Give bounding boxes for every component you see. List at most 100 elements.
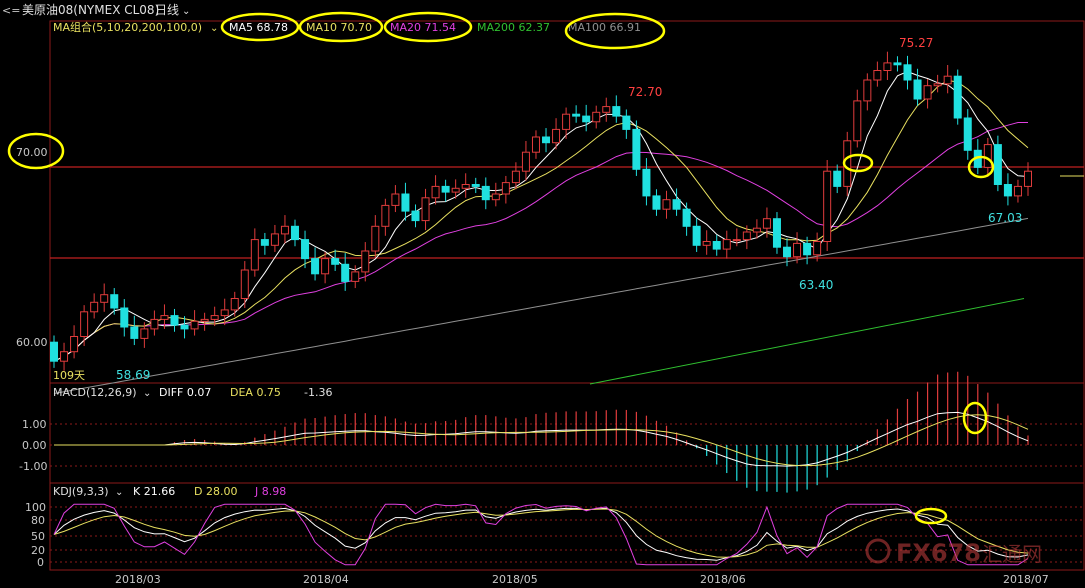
kdj-axis-label: 100: [25, 501, 46, 514]
price-axis-label-60: 60.00: [16, 336, 48, 349]
candle-down: [612, 106, 621, 117]
ma200-value: MA200 62.37: [477, 21, 550, 34]
candle-up: [511, 170, 520, 184]
candle-down: [481, 185, 490, 201]
candle-down: [893, 62, 902, 66]
chevron-down-icon[interactable]: ⌄: [210, 23, 218, 34]
candle-up: [531, 136, 540, 153]
candle-down: [110, 294, 119, 309]
macd-diff-value: DIFF 0.07: [159, 386, 211, 399]
candle-up: [501, 182, 510, 195]
candle-down: [712, 241, 721, 250]
macd-dea-value: DEA 0.75: [230, 386, 281, 399]
watermark-text: FX678: [896, 539, 981, 567]
candle-up: [90, 301, 99, 313]
macd-legend: MACD(12,26,9) ⌄ DIFF 0.07 DEA 0.75 -1.36: [53, 386, 332, 399]
days-count-label: 109天: [53, 369, 85, 382]
candle-up: [371, 225, 380, 252]
high-label-2: 75.27: [899, 36, 933, 50]
chart-canvas[interactable]: <= 美原油08(NYMEX CL08) 日线 ⌄ MA组合(5,10,20,2…: [0, 0, 1085, 588]
candle-up: [592, 111, 601, 123]
candle-up: [562, 113, 571, 130]
candle-up: [431, 185, 440, 199]
candle-up: [421, 197, 430, 222]
candle-down: [833, 170, 842, 187]
candle-down: [672, 199, 681, 210]
kdj-lines: [53, 503, 1029, 566]
kdj-k-value: K 21.66: [133, 485, 175, 498]
instrument-title: 美原油08(NYMEX CL08): [22, 3, 159, 17]
candle-up: [160, 315, 169, 320]
macd-hist-value: -1.36: [304, 386, 332, 399]
low-label-2: 63.40: [799, 278, 833, 292]
candle-down: [120, 307, 129, 328]
candle-up: [250, 239, 259, 271]
chevron-down-icon[interactable]: ⌄: [115, 487, 123, 498]
ma20-value: MA20 71.54: [390, 21, 456, 34]
candle-down: [953, 75, 962, 119]
candle-up: [140, 328, 149, 339]
candle-up: [391, 193, 400, 206]
candle-up: [853, 100, 862, 142]
candle-up: [813, 241, 822, 256]
candle-up: [150, 318, 159, 330]
kdj-axis-label: 80: [31, 514, 45, 527]
candle-up: [602, 106, 611, 113]
candle-up: [702, 241, 711, 246]
candle-up: [60, 351, 69, 362]
candle-up: [552, 128, 561, 144]
ma100-line: [53, 217, 1029, 394]
candle-down: [692, 225, 701, 246]
kdj-d-value: D 28.00: [194, 485, 237, 498]
chevron-down-icon[interactable]: ⌄: [182, 6, 190, 17]
candle-down: [642, 168, 651, 197]
candle-up: [883, 62, 892, 72]
candle-up: [70, 336, 79, 353]
candle-down: [622, 115, 631, 130]
macd-dea-line: [54, 414, 1029, 467]
ma20-path: [53, 122, 1028, 362]
watermark-logo-icon: [865, 538, 891, 564]
candle-down: [993, 144, 1002, 186]
candle-down: [260, 239, 269, 246]
ma5-line: [53, 71, 1029, 362]
macd-axis-label: -1.00: [19, 460, 47, 473]
candle-up: [521, 151, 530, 172]
macd-label[interactable]: MACD(12,26,9): [53, 386, 137, 399]
ma100-path: [53, 217, 1029, 394]
ma200-path: [589, 298, 1025, 385]
candle-down: [301, 239, 310, 260]
watermark-sub: 汇通网: [982, 542, 1042, 566]
kdj-j-value: J 8.98: [254, 485, 286, 498]
x-axis-label: 2018/07: [1003, 573, 1049, 586]
candle-down: [542, 136, 551, 144]
period-selector[interactable]: 日线: [155, 3, 179, 17]
chevron-down-icon[interactable]: ⌄: [143, 388, 151, 399]
candle-down: [170, 315, 179, 326]
candle-up: [863, 79, 872, 102]
ma10-value: MA10 70.70: [306, 21, 372, 34]
candle-down: [803, 242, 812, 256]
candle-up: [240, 269, 249, 299]
candle-up: [361, 250, 370, 273]
candle-up: [933, 83, 942, 87]
candle-down: [341, 263, 350, 282]
kdj-k-line: [53, 507, 1029, 561]
candle-up: [80, 311, 89, 337]
candle-up: [280, 225, 289, 235]
ma-combo-label[interactable]: MA组合(5,10,20,200,100,0): [53, 20, 202, 34]
candle-up: [190, 320, 199, 330]
ma100-value: MA100 66.91: [568, 21, 641, 34]
candle-down: [963, 117, 972, 151]
ma10-path: [53, 79, 1029, 362]
last-low-label: 67.03: [988, 211, 1022, 225]
back-arrow-icon[interactable]: <=: [2, 4, 20, 17]
kdj-label[interactable]: KDJ(9,3,3): [53, 485, 109, 498]
low-label-1: 58.69: [116, 368, 150, 382]
ma-legend: MA组合(5,10,20,200,100,0) ⌄ MA5 68.78 MA10…: [53, 11, 666, 50]
candle-up: [461, 184, 470, 189]
high-label-1: 72.70: [628, 85, 662, 99]
macd-axis-label: 0.00: [22, 439, 47, 452]
candle-up: [230, 298, 239, 311]
kdj-legend: KDJ(9,3,3) ⌄ K 21.66 D 28.00 J 8.98: [53, 485, 286, 498]
